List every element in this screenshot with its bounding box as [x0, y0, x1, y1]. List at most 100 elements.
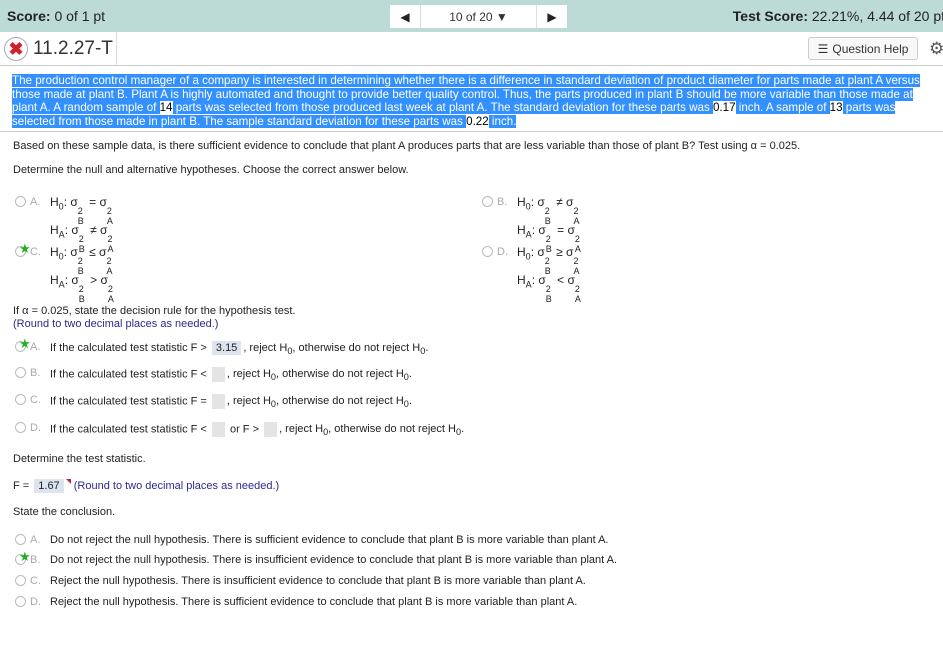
ha-operator: < — [557, 273, 565, 288]
option-prefix: If the calculated test statistic F < — [50, 423, 207, 436]
option-text: Do not reject the null hypothesis. There… — [50, 534, 609, 546]
conclusion-instruction: State the conclusion. — [13, 506, 116, 518]
hypothesis-statements: H0: σ2B ≠ σ 2 A HA: σ2B = σ2A — [517, 190, 583, 254]
option-letter: C. — [30, 246, 41, 258]
option-middle: or F > — [229, 423, 259, 436]
right-arrow-icon: ▶ — [547, 9, 557, 24]
test-statistic-input[interactable]: 1.67 — [34, 479, 64, 493]
problem-statement: The production control manager of a comp… — [12, 74, 938, 128]
decision-option-d[interactable]: D. If the calculated test statistic F < … — [15, 422, 464, 438]
option-text: If the calculated test statistic F < or … — [50, 422, 464, 438]
conclusion-option-c[interactable]: C. Reject the null hypothesis. There is i… — [15, 575, 586, 587]
question-id: ✖ 11.2.27-T — [4, 37, 113, 61]
option-letter: D. — [497, 246, 508, 258]
ha-operator: > — [90, 273, 98, 288]
std-dev-a: 0.17 — [712, 101, 736, 115]
question-number: 11.2.27-T — [33, 38, 113, 59]
answer-box[interactable] — [211, 367, 225, 382]
radio-button[interactable] — [15, 534, 26, 545]
answer-box-lower[interactable] — [211, 422, 225, 437]
option-letter: C. — [30, 575, 41, 587]
correct-star-icon: ★ — [19, 549, 31, 564]
radio-button[interactable]: ★ — [15, 336, 31, 352]
question-text: Based on these sample data, is there suf… — [13, 140, 801, 152]
option-letter: D. — [30, 422, 41, 434]
hypothesis-option-d[interactable]: D. H0: σ2B ≥ σ 2 A HA: σ2B < σ2A — [482, 245, 583, 304]
option-letter: B. — [30, 554, 41, 566]
radio-button[interactable] — [482, 196, 493, 207]
test-score-value: 22.21%, 4.44 of 20 pt — [811, 8, 943, 24]
round-note: (Round to two decimal places as needed.) — [73, 480, 280, 492]
option-letter: A. — [30, 534, 41, 546]
null-hypothesis: H0: σ2B = σ2A — [50, 195, 113, 226]
h0-operator: ≠ — [556, 195, 563, 209]
test-statistic-row: F = 1.67 (Round to two decimal places as… — [13, 479, 279, 493]
score-value: 0 of 1 pt — [54, 8, 106, 24]
ha-operator: ≠ — [90, 223, 97, 238]
radio-button[interactable]: ★ — [15, 241, 31, 257]
conclusion-option-d[interactable]: D. Reject the null hypothesis. There is s… — [15, 596, 577, 608]
correct-star-icon: ★ — [19, 241, 31, 256]
decision-option-a[interactable]: ★ A. If the calculated test statistic F … — [15, 336, 428, 356]
option-letter: A. — [30, 196, 41, 208]
conclusion-option-a[interactable]: A. Do not reject the null hypothesis. The… — [15, 534, 608, 546]
radio-button[interactable] — [482, 246, 493, 257]
h0-operator: = — [89, 195, 97, 209]
question-position: 10 of 20 — [449, 9, 493, 24]
option-text: If the calculated test statistic F < , r… — [50, 367, 412, 383]
next-question-button[interactable]: ▶ — [537, 5, 567, 28]
answer-box-upper[interactable] — [264, 422, 278, 437]
null-hypothesis: H0: σ2B ≠ σ2A — [517, 195, 580, 226]
correct-star-icon: ★ — [19, 336, 31, 351]
round-note: (Round to two decimal places as needed.) — [13, 318, 219, 330]
gear-icon[interactable]: ⚙ — [929, 39, 943, 59]
null-hypothesis: H0: σ2B ≥ σ2A — [517, 245, 580, 276]
hypothesis-statements: H0: σ2B ≥ σ 2 A HA: σ2B < σ2A — [517, 240, 583, 304]
list-icon: ☰ — [817, 41, 829, 56]
radio-button[interactable] — [15, 367, 26, 378]
null-hypothesis: H0: σ2B ≤ σ2A — [50, 245, 113, 276]
radio-button[interactable] — [15, 196, 26, 207]
hypotheses-instruction: Determine the null and alternative hypot… — [13, 164, 409, 176]
radio-button[interactable] — [15, 596, 26, 607]
chevron-down-icon: ▼ — [495, 9, 508, 24]
radio-button[interactable] — [15, 394, 26, 405]
divider — [0, 131, 943, 132]
score: Score: 0 of 1 pt — [7, 8, 105, 24]
option-prefix: If the calculated test statistic F > — [50, 342, 207, 354]
option-prefix: If the calculated test statistic F = — [50, 395, 207, 408]
answer-box[interactable]: 3.15 — [211, 341, 242, 355]
question-navigator: ◀ 10 of 20 ▼ ▶ — [390, 5, 567, 28]
option-letter: A. — [30, 341, 41, 353]
test-score: Test Score: 22.21%, 4.44 of 20 pt — [733, 8, 943, 24]
option-letter: B. — [30, 367, 41, 379]
hypothesis-statements: H0: σ2B = σ 2 A HA: σ2B ≠ σ2A — [50, 190, 115, 254]
prompt-text: inch. — [488, 114, 517, 128]
std-dev-b: 0.22 — [466, 114, 489, 128]
hypothesis-option-c[interactable]: ★ C. H0: σ2B ≤ σ 2 A HA: σ2B > σ2A — [15, 241, 116, 304]
decision-option-b[interactable]: B. If the calculated test statistic F < … — [15, 367, 412, 383]
option-suffix: , reject H0, otherwise do not reject H0. — [226, 395, 412, 410]
answer-box[interactable] — [211, 394, 225, 409]
option-text: Do not reject the null hypothesis. There… — [50, 554, 618, 566]
question-position-dropdown[interactable]: 10 of 20 ▼ — [421, 5, 537, 28]
question-help-label: Question Help — [832, 41, 909, 56]
previous-question-button[interactable]: ◀ — [390, 5, 421, 28]
incorrect-marker-icon — [65, 479, 71, 484]
ha-operator: = — [557, 223, 565, 238]
option-text: If the calculated test statistic F = , r… — [50, 394, 412, 410]
score-label: Score: — [7, 8, 51, 24]
question-bar: ✖ 11.2.27-T ☰ Question Help ⚙ — [0, 32, 943, 66]
decision-rule-instruction: If α = 0.025, state the decision rule fo… — [13, 305, 296, 317]
decision-option-c[interactable]: C. If the calculated test statistic F = … — [15, 394, 412, 410]
radio-button[interactable]: ★ — [15, 549, 31, 565]
conclusion-option-b[interactable]: ★ B. Do not reject the null hypothesis. Th… — [15, 549, 618, 566]
question-help-button[interactable]: ☰ Question Help — [808, 37, 918, 60]
test-score-label: Test Score: — [732, 8, 808, 24]
prompt-text: inch. A sample of — [735, 101, 830, 115]
radio-button[interactable] — [15, 575, 26, 586]
radio-button[interactable] — [15, 422, 26, 433]
option-suffix: , reject H0, otherwise do not reject H0. — [243, 342, 429, 357]
option-text: If the calculated test statistic F > 3.1… — [50, 341, 428, 356]
divider — [116, 32, 117, 65]
